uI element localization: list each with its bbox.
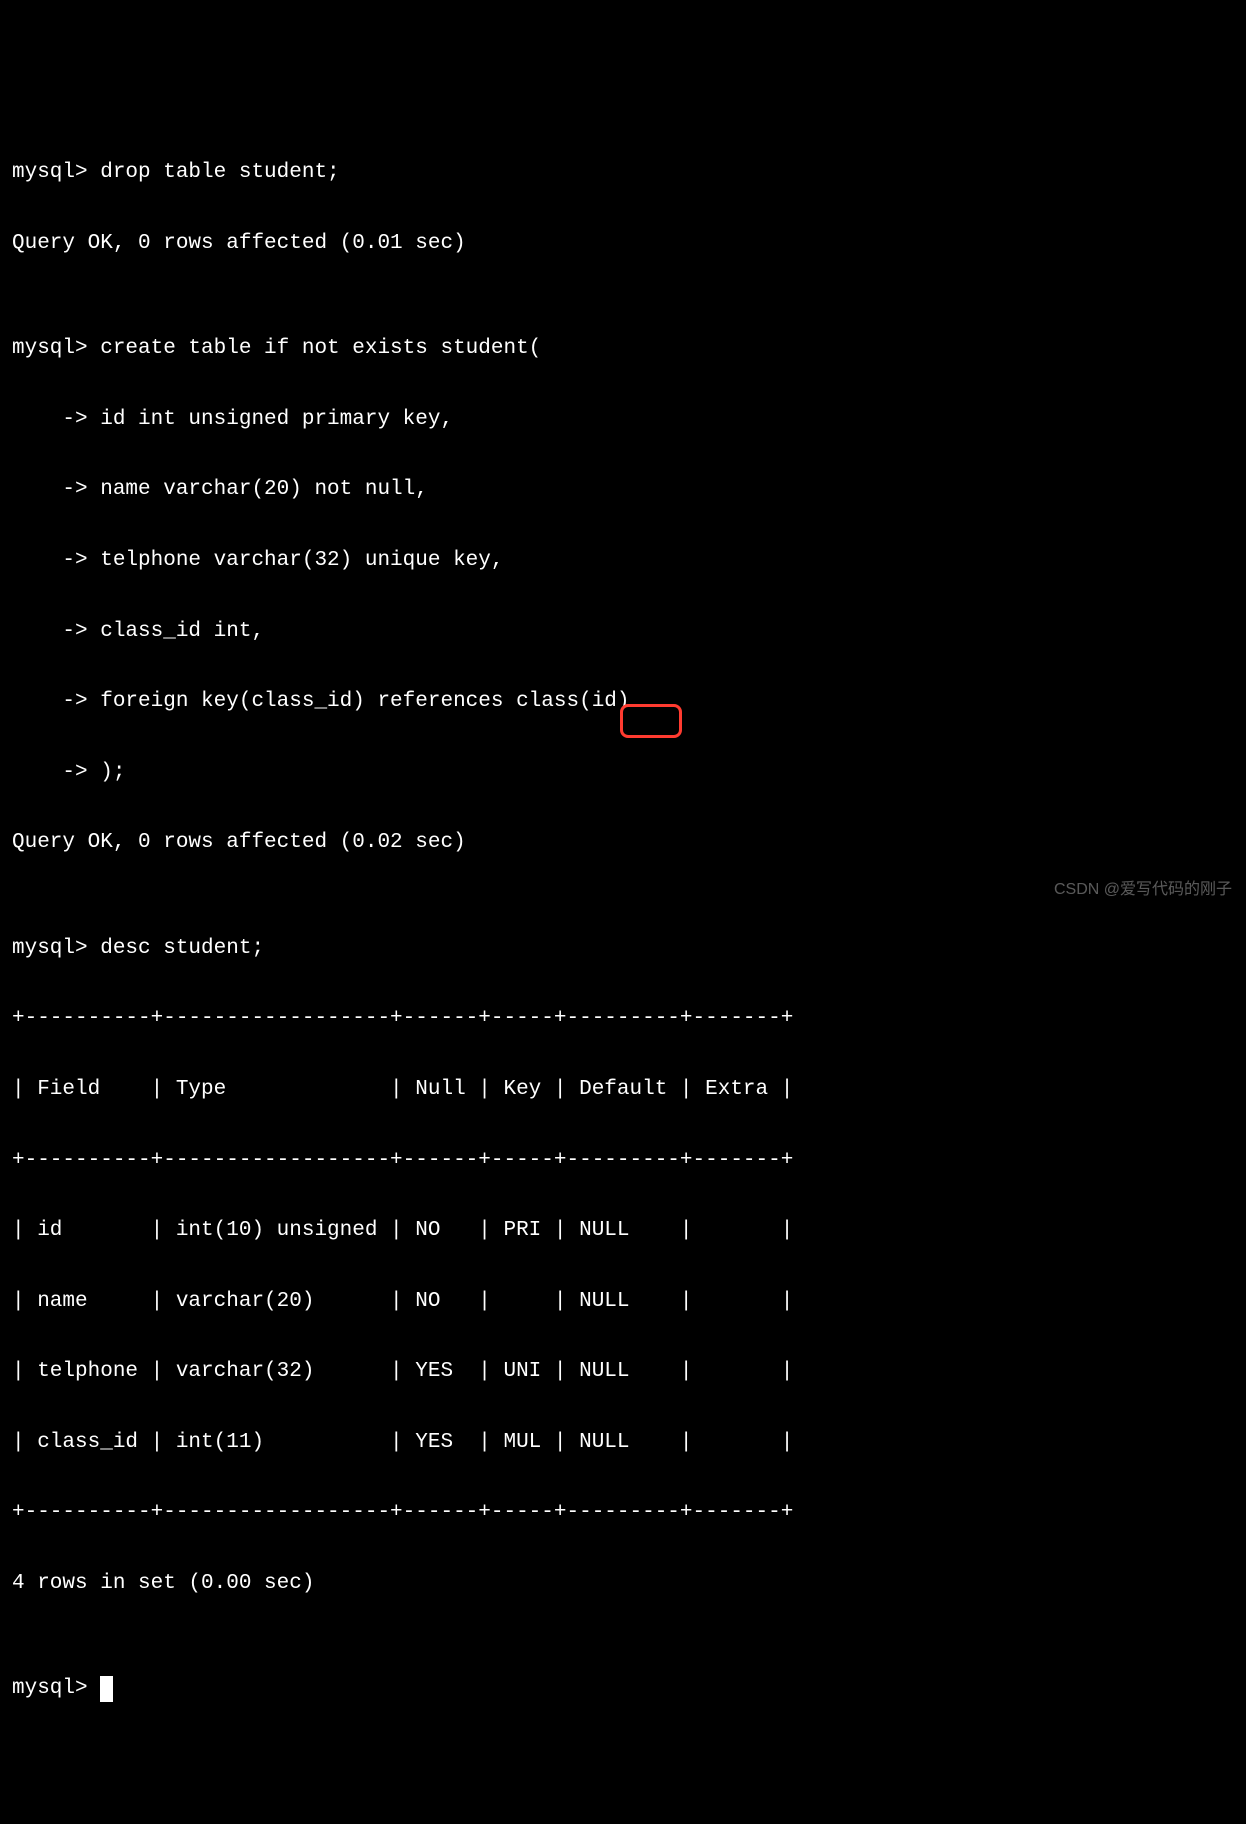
terminal-line: Query OK, 0 rows affected (0.01 sec) xyxy=(12,226,1234,261)
table-footer: 4 rows in set (0.00 sec) xyxy=(12,1566,1234,1601)
watermark-text: CSDN @爱写代码的刚子 xyxy=(1054,877,1232,904)
table-header-row: | Field | Type | Null | Key | Default | … xyxy=(12,1072,1234,1107)
terminal-line: mysql> create table if not exists studen… xyxy=(12,331,1234,366)
terminal-line: -> telphone varchar(32) unique key, xyxy=(12,543,1234,578)
cursor-icon xyxy=(100,1676,113,1702)
table-border: +----------+------------------+------+--… xyxy=(12,1495,1234,1530)
table-border: +----------+------------------+------+--… xyxy=(12,1143,1234,1178)
terminal-line: -> foreign key(class_id) references clas… xyxy=(12,684,1234,719)
terminal-line: -> id int unsigned primary key, xyxy=(12,402,1234,437)
terminal-line: Query OK, 0 rows affected (0.02 sec) xyxy=(12,825,1234,860)
table-row: | id | int(10) unsigned | NO | PRI | NUL… xyxy=(12,1213,1234,1248)
table-border: +----------+------------------+------+--… xyxy=(12,1001,1234,1036)
terminal-line: -> ); xyxy=(12,755,1234,790)
table-row: | name | varchar(20) | NO | | NULL | | xyxy=(12,1284,1234,1319)
terminal-line: mysql> drop table student; xyxy=(12,155,1234,190)
table-row: | class_id | int(11) | YES | MUL | NULL … xyxy=(12,1425,1234,1460)
prompt-text: mysql> xyxy=(12,1677,100,1700)
terminal-line: -> name varchar(20) not null, xyxy=(12,472,1234,507)
terminal-line: mysql> desc student; xyxy=(12,931,1234,966)
prompt-line[interactable]: mysql> xyxy=(12,1671,1234,1706)
terminal-line: -> class_id int, xyxy=(12,614,1234,649)
table-row: | telphone | varchar(32) | YES | UNI | N… xyxy=(12,1354,1234,1389)
